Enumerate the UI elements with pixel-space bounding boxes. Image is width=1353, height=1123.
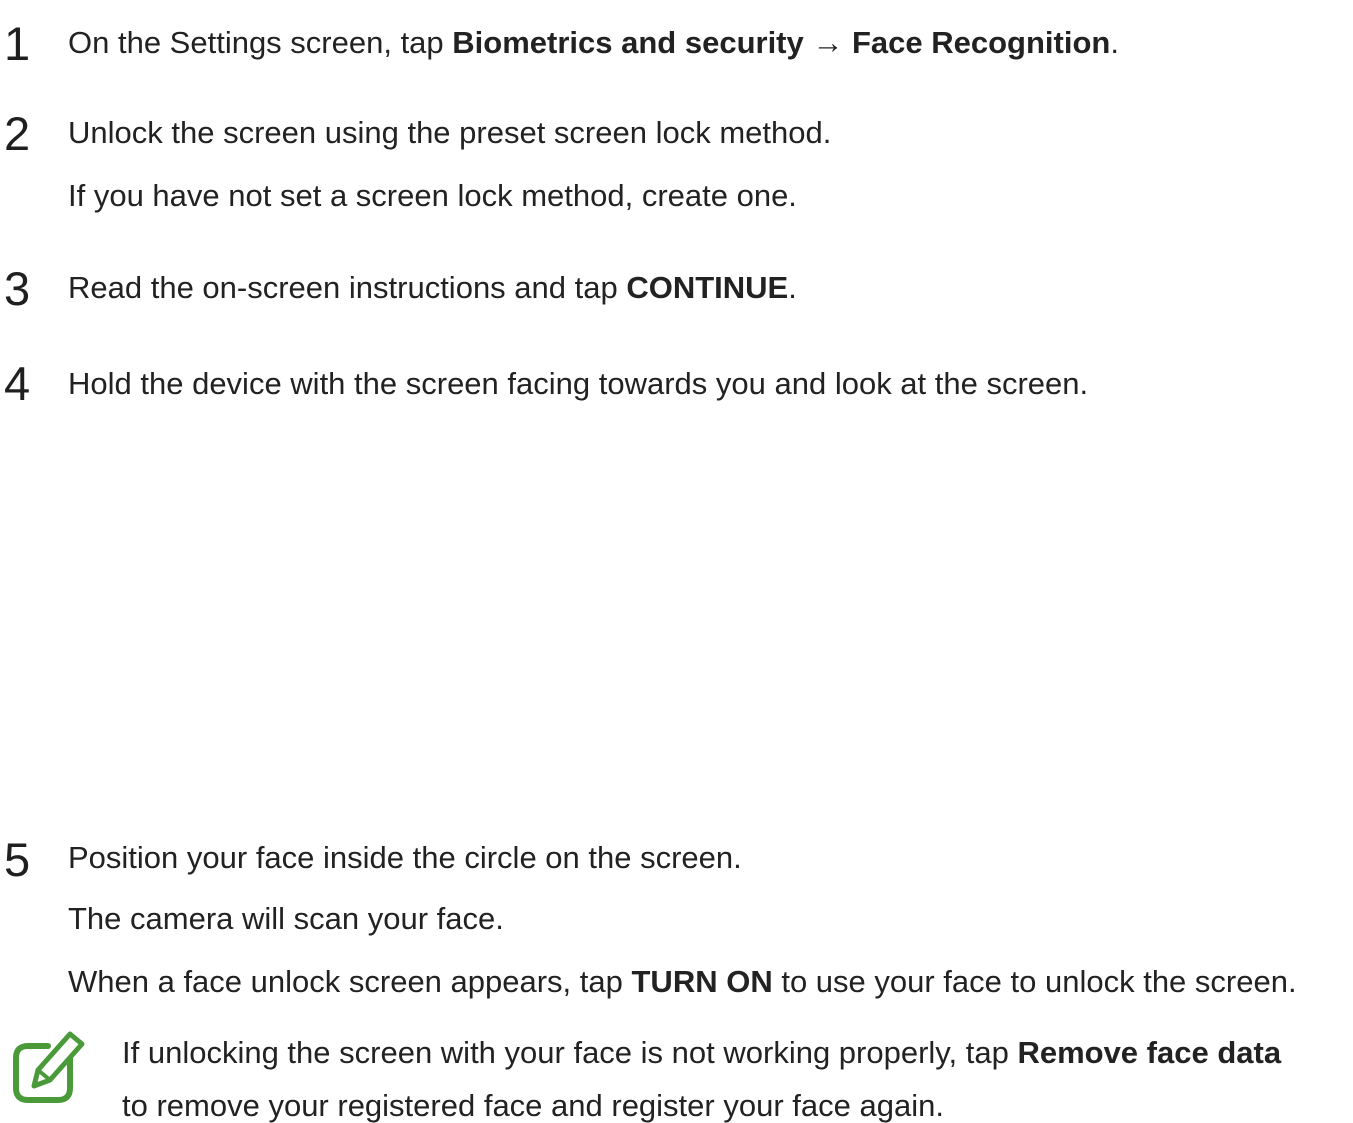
note-box: If unlocking the screen with your face i… bbox=[0, 1015, 1353, 1121]
step-text: Read the on-screen instructions and tap … bbox=[68, 272, 797, 303]
step-text-segment: Hold the device with the screen facing t… bbox=[68, 366, 1089, 401]
step-text-segment: to use your face to unlock the screen. bbox=[772, 964, 1297, 999]
note-text-segment: If unlocking the screen with your face i… bbox=[122, 1035, 1018, 1070]
step-number: 3 bbox=[4, 262, 31, 315]
step-text-segment: If you have not set a screen lock method… bbox=[68, 178, 797, 213]
step-text-segment: . bbox=[1110, 25, 1119, 60]
step-text: The camera will scan your face. bbox=[68, 903, 504, 934]
step-text: When a face unlock screen appears, tap T… bbox=[68, 966, 1297, 997]
step-text: Unlock the screen using the preset scree… bbox=[68, 117, 831, 148]
step-text: If you have not set a screen lock method… bbox=[68, 180, 797, 211]
step-number: 1 bbox=[4, 17, 31, 70]
note-text: to remove your registered face and regis… bbox=[122, 1090, 944, 1121]
step-text: Hold the device with the screen facing t… bbox=[68, 368, 1088, 399]
step-number: 5 bbox=[4, 833, 31, 886]
button-label-turn-on: TURN ON bbox=[631, 964, 773, 999]
step-text-segment: On the Settings screen, tap bbox=[68, 25, 453, 60]
step-text-segment: Unlock the screen using the preset scree… bbox=[68, 115, 832, 150]
step-text-segment: The camera will scan your face. bbox=[68, 901, 504, 936]
step-number: 4 bbox=[4, 357, 31, 410]
step-text: On the Settings screen, tap Biometrics a… bbox=[68, 27, 1119, 58]
step-number: 2 bbox=[4, 107, 31, 160]
step-text-segment: . bbox=[788, 270, 797, 305]
step-text-segment: Position your face inside the circle on … bbox=[68, 840, 742, 875]
note-pencil-icon bbox=[10, 1024, 86, 1108]
menu-path-face-recognition: Face Recognition bbox=[851, 25, 1111, 60]
menu-path-biometrics: Biometrics and security bbox=[452, 25, 804, 60]
note-text-segment: to remove your registered face and regis… bbox=[122, 1088, 944, 1123]
step-text-segment: When a face unlock screen appears, tap bbox=[68, 964, 632, 999]
step-text-segment: Read the on-screen instructions and tap bbox=[68, 270, 627, 305]
button-label-continue: CONTINUE bbox=[626, 270, 789, 305]
step-text: Position your face inside the circle on … bbox=[68, 842, 742, 873]
note-text: If unlocking the screen with your face i… bbox=[122, 1037, 1281, 1068]
arrow-separator: → bbox=[803, 25, 852, 60]
option-label-remove-face-data: Remove face data bbox=[1017, 1035, 1282, 1070]
